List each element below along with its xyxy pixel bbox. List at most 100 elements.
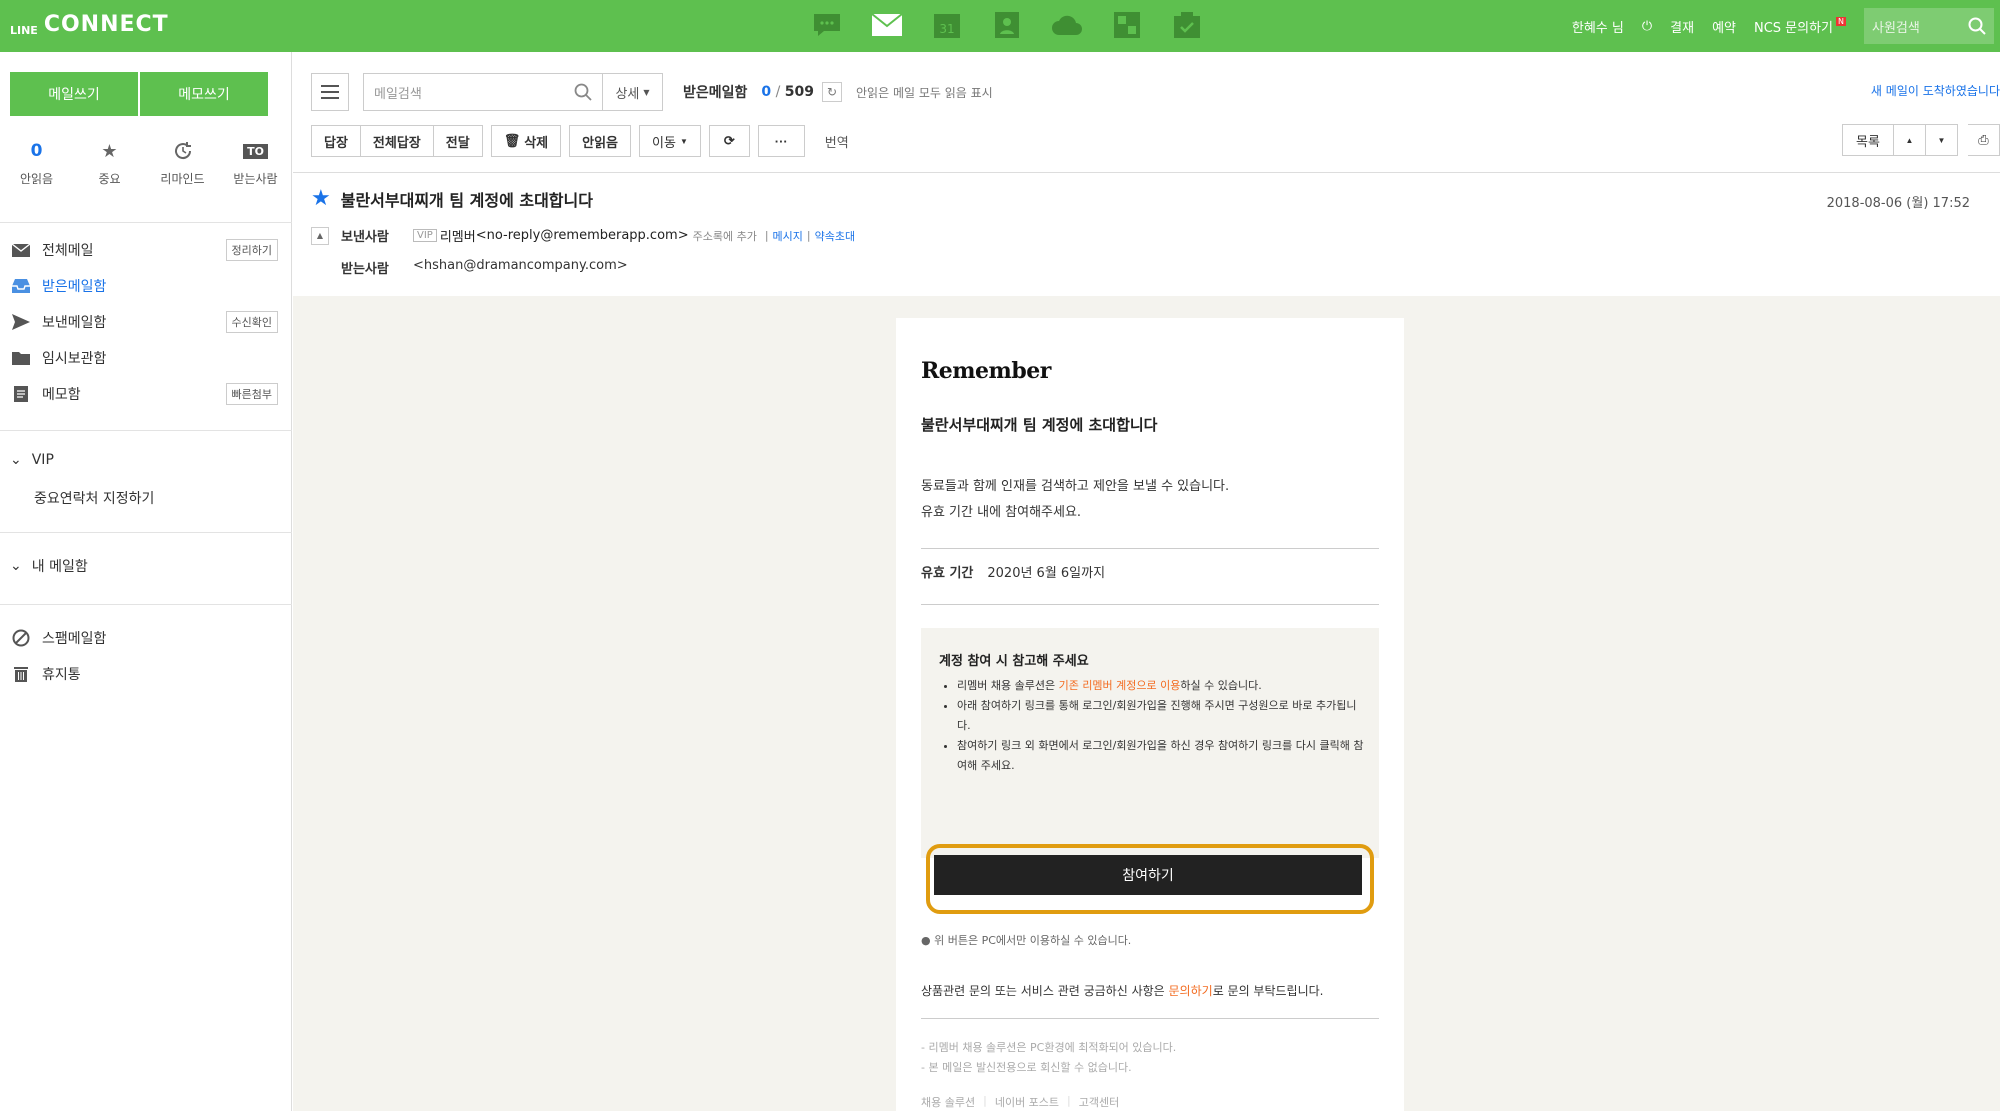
remember-logo: Remember [921,358,1051,384]
top-bar: LINE CONNECT 31 한혜수 님 ⏻ 결재 예약 NCS 문의하기N [0,0,2000,52]
join-button[interactable]: 참여하기 [934,855,1362,895]
quick-important[interactable]: ★ 중요 [75,138,145,187]
mark-unread-button[interactable]: 안읽음 [569,125,632,157]
forward-button[interactable]: 전달 [433,125,483,157]
quick-recipient-label: 받는사람 [233,172,278,186]
message-link[interactable]: 메시지 [773,228,803,244]
folder-inbox[interactable]: 받은메일함 [0,268,292,304]
mail-date: 2018-08-06 (월) 17:52 [1826,196,1970,211]
quick-remind[interactable]: 리마인드 [148,138,218,187]
prev-mail-button[interactable]: ▲ [1894,124,1926,156]
caret-up-icon: ▲ [1905,135,1914,145]
to-icon: TO [243,143,268,159]
contact-link[interactable]: 문의하기 [1169,984,1213,998]
notice-highlight: 기존 리멤버 계정으로 이용 [1058,679,1181,692]
envelope-icon [10,241,32,259]
remind-button[interactable]: ⟳ [708,125,750,157]
invite-link[interactable]: 약속초대 [815,228,855,244]
divider [293,172,2000,173]
mail-count: 0 / 509 [761,84,815,100]
inbox-icon [10,277,32,295]
print-button[interactable]: ⎙ [1968,124,2000,156]
reply-button[interactable]: 답장 [311,125,361,157]
footer-link-post[interactable]: 네이버 포스트 [995,1094,1059,1110]
mail-icon[interactable] [870,8,904,42]
task-icon[interactable] [1170,8,1204,42]
list-button[interactable]: 목록 [1842,124,1894,156]
chevron-down-icon: ⌄ [10,452,22,468]
cloud-icon[interactable] [1050,8,1084,42]
employee-search-input[interactable]: 사원검색 [1864,8,1994,44]
refresh-icon[interactable]: ↻ [822,82,843,102]
write-memo-button[interactable]: 메모쓰기 [140,72,268,116]
translate-button[interactable]: 번역 [825,132,849,151]
read-receipt-button[interactable]: 수신확인 [225,311,278,333]
recipient-email[interactable]: <hshan@dramancompany.com> [413,258,628,277]
quick-recipient[interactable]: TO 받는사람 [221,138,291,187]
footer-links: 채용 솔루션 | 네이버 포스트 | 고객센터 [921,1094,1120,1110]
caret-down-icon: ▼ [1937,135,1946,145]
chat-icon[interactable] [810,8,844,42]
folder-sent[interactable]: 보낸메일함 수신확인 [0,304,292,340]
write-mail-button[interactable]: 메일쓰기 [10,72,138,116]
organize-button[interactable]: 정리하기 [225,239,278,261]
contact-text-part: 상품관련 문의 또는 서비스 관련 궁금하신 사항은 [921,984,1169,998]
link-ncs[interactable]: NCS 문의하기 N [1754,16,1846,36]
divider [0,604,292,605]
set-vip-contacts-link[interactable]: 중요연락처 지정하기 [34,488,154,508]
divider [0,222,292,223]
vip-section-toggle[interactable]: ⌄ VIP [10,452,54,468]
footer-notes: - 리멤버 채용 솔루션은 PC환경에 최적화되어 있습니다. - 본 메일은 … [921,1038,1176,1078]
quick-unread[interactable]: 0 안읽음 [2,138,72,187]
delete-button[interactable]: 🗑 삭제 [490,125,562,157]
notice-item: 참여하기 링크 외 화면에서 로그인/회원가입을 하신 경우 참여하기 링크를 … [957,736,1367,776]
detail-search-label: 상세 [615,86,640,102]
divider [0,532,292,533]
mail-search-input[interactable]: 메일검색 [363,73,603,111]
reply-all-button[interactable]: 전체답장 [360,125,434,157]
move-label: 이동 [652,134,676,150]
folder-all-mail[interactable]: 전체메일 정리하기 [0,232,292,268]
sidebar: 메일쓰기 메모쓰기 0 안읽음 ★ 중요 리마인드 TO 받는사람 전체메일 정… [0,52,292,1111]
sender-name[interactable]: 리멤버 [440,226,476,245]
next-mail-button[interactable]: ▼ [1926,124,1958,156]
sender-email[interactable]: <no-reply@rememberapp.com> [476,228,689,243]
search-icon[interactable] [1968,17,1986,35]
move-button[interactable]: 이동 ▼ [639,125,701,157]
vip-tag[interactable]: VIP [413,229,437,242]
search-toolbar: 메일검색 상세 ▼ 받은메일함 0 / 509 ↻ 안읽은 메일 모두 읽음 표… [311,72,993,112]
calendar-icon[interactable]: 31 [930,8,964,42]
footer-link-solution[interactable]: 채용 솔루션 [921,1094,975,1110]
more-button[interactable]: ··· [757,125,805,157]
caret-down-icon: ▼ [679,136,688,146]
board-icon[interactable] [1110,8,1144,42]
star-icon[interactable]: ★ [311,186,331,211]
power-icon[interactable]: ⏻ [1642,19,1652,34]
folder-trash[interactable]: 휴지통 [0,656,292,692]
folder-spam[interactable]: 스팸메일함 [0,620,292,656]
link-approval[interactable]: 결재 [1670,17,1694,36]
menu-button[interactable] [311,73,349,111]
print-icon: ⎙ [1978,132,1989,147]
search-icon[interactable] [574,83,592,101]
validity-period: 유효 기간 2020년 6월 6일까지 [921,562,1105,581]
logo[interactable]: LINE CONNECT [10,12,169,37]
quick-attach-button[interactable]: 빠른첨부 [225,383,278,405]
detail-search-dropdown[interactable]: 상세 ▼ [603,73,663,111]
folder-list: 전체메일 정리하기 받은메일함 보낸메일함 수신확인 임시보관함 메모함 빠른첨… [0,232,292,412]
add-contact-link[interactable]: 주소록에 추가 [693,228,757,244]
footer-link-support[interactable]: 고객센터 [1079,1094,1119,1110]
footer-note: - 리멤버 채용 솔루션은 PC환경에 최적화되어 있습니다. [921,1041,1177,1054]
logo-line: LINE [10,24,38,37]
send-icon [10,313,32,331]
new-mail-notice[interactable]: 새 메일이 도착하였습니다 [1871,82,2000,99]
my-mailbox-toggle[interactable]: ⌄ 내 메일함 [10,556,88,576]
user-name[interactable]: 한혜수 님 [1572,17,1624,36]
contacts-icon[interactable] [990,8,1024,42]
mark-all-read-link[interactable]: 안읽은 메일 모두 읽음 표시 [856,84,993,101]
vip-label: VIP [31,452,54,468]
folder-drafts[interactable]: 임시보관함 [0,340,292,376]
folder-memo[interactable]: 메모함 빠른첨부 [0,376,292,412]
link-reservation[interactable]: 예약 [1712,17,1736,36]
collapse-button[interactable]: ▲ [311,226,329,245]
